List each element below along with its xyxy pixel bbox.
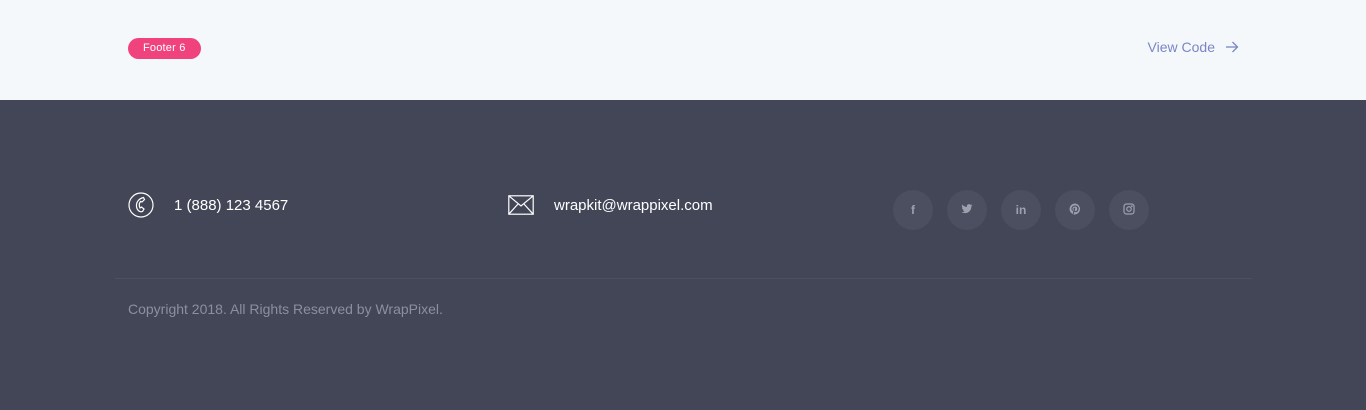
envelope-icon [508,192,534,218]
facebook-icon: f [911,203,915,217]
copyright-text: Copyright 2018. All Rights Reserved by W… [128,301,443,317]
social-pinterest-button[interactable] [1055,190,1095,230]
phone-number: 1 (888) 123 4567 [174,196,289,214]
footer-badge: Footer 6 [128,38,201,59]
view-code-label: View Code [1147,39,1215,55]
twitter-icon [961,203,973,218]
pinterest-icon [1069,203,1081,218]
email-address: wrapkit@wrappixel.com [554,196,713,214]
contact-phone: 1 (888) 123 4567 [128,192,288,218]
footer: 1 (888) 123 4567 wrapkit@wrappixel.com f… [0,100,1366,410]
social-linkedin-button[interactable]: in [1001,190,1041,230]
social-facebook-button[interactable]: f [893,190,933,230]
arrow-right-icon [1225,40,1239,54]
social-twitter-button[interactable] [947,190,987,230]
linkedin-icon: in [1015,203,1027,217]
top-bar: Footer 6 View Code [0,0,1366,100]
phone-icon [128,192,154,218]
view-code-link[interactable]: View Code [1148,37,1239,57]
social-links: f in [893,190,1149,230]
instagram-icon [1123,202,1135,218]
footer-divider [115,278,1252,279]
social-instagram-button[interactable] [1109,190,1149,230]
contact-email: wrapkit@wrappixel.com [508,192,713,218]
